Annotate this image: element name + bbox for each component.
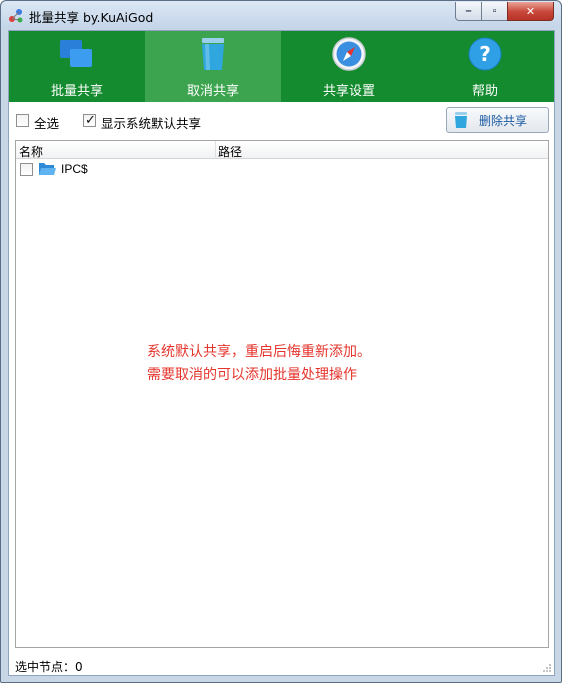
toolbar-label: 共享设置 <box>322 84 375 99</box>
list-header: 名称 路径 <box>16 141 548 159</box>
minimize-icon: – <box>465 5 472 17</box>
help-icon: ? <box>468 37 502 71</box>
share-list[interactable]: 名称 路径 IPC$ 系统默认共享，重启后悔重新添加。 需要取消的可以添加批量处… <box>15 140 549 648</box>
delete-share-button[interactable]: 删除共享 <box>446 107 549 133</box>
resize-grip-icon[interactable] <box>542 663 552 673</box>
toolbar-label: 帮助 <box>471 84 498 99</box>
maximize-button[interactable]: ▫ <box>481 2 508 21</box>
column-divider[interactable] <box>215 141 216 159</box>
toolbar-label: 批量共享 <box>50 84 103 99</box>
delete-share-label: 删除共享 <box>479 113 528 128</box>
close-button[interactable]: ✕ <box>507 2 554 21</box>
client-area: 批量共享 取消共享 共享设置 ? 帮助 全选 ✓ 显示系统默认共享 删除共享 名… <box>8 30 555 676</box>
select-all-label[interactable]: 全选 <box>34 113 59 132</box>
row-checkbox[interactable] <box>20 163 33 176</box>
selected-nodes-status: 选中节点：0 <box>15 660 83 674</box>
checkmark-icon: ✓ <box>85 112 96 127</box>
toolbar-batch-share[interactable]: 批量共享 <box>9 31 145 102</box>
column-header-name[interactable]: 名称 <box>19 143 43 160</box>
app-window: 批量共享 by.KuAiGod – ▫ ✕ 批量共享 取消共享 共享设置 ? 帮… <box>0 0 562 683</box>
recycle-bin-icon <box>455 112 467 128</box>
status-bar: 选中节点：0 <box>9 655 554 675</box>
title-bar[interactable]: 批量共享 by.KuAiGod – ▫ ✕ <box>1 1 561 29</box>
notice-line-2: 需要取消的可以添加批量处理操作 <box>147 367 357 383</box>
toolbar-label: 取消共享 <box>186 84 239 99</box>
notice-line-1: 系统默认共享，重启后悔重新添加。 <box>147 344 371 360</box>
main-toolbar: 批量共享 取消共享 共享设置 ? 帮助 <box>9 31 554 102</box>
svg-text:?: ? <box>479 42 491 66</box>
select-all-checkbox[interactable] <box>16 114 29 127</box>
show-default-share-label[interactable]: 显示系统默认共享 <box>101 113 201 132</box>
share-folders-icon <box>60 40 92 67</box>
toolbar-share-settings[interactable]: 共享设置 <box>281 31 417 102</box>
toolbar-help[interactable]: ? 帮助 <box>417 31 553 102</box>
window-title: 批量共享 by.KuAiGod <box>29 10 154 25</box>
maximize-icon: ▫ <box>492 5 497 17</box>
column-header-path[interactable]: 路径 <box>218 143 242 160</box>
options-bar: 全选 ✓ 显示系统默认共享 删除共享 <box>9 102 554 140</box>
close-icon: ✕ <box>525 5 536 18</box>
compass-icon <box>332 37 366 71</box>
minimize-button[interactable]: – <box>455 2 482 21</box>
folder-icon <box>39 163 56 175</box>
toolbar-cancel-share[interactable]: 取消共享 <box>145 31 281 102</box>
show-default-share-checkbox[interactable]: ✓ <box>83 112 96 127</box>
recycle-bin-icon <box>202 38 224 70</box>
row-name: IPC$ <box>61 162 88 176</box>
share-app-icon <box>9 9 23 23</box>
default-share-notice: 系统默认共享，重启后悔重新添加。 需要取消的可以添加批量处理操作 <box>147 341 371 387</box>
table-row[interactable]: IPC$ <box>16 160 548 178</box>
